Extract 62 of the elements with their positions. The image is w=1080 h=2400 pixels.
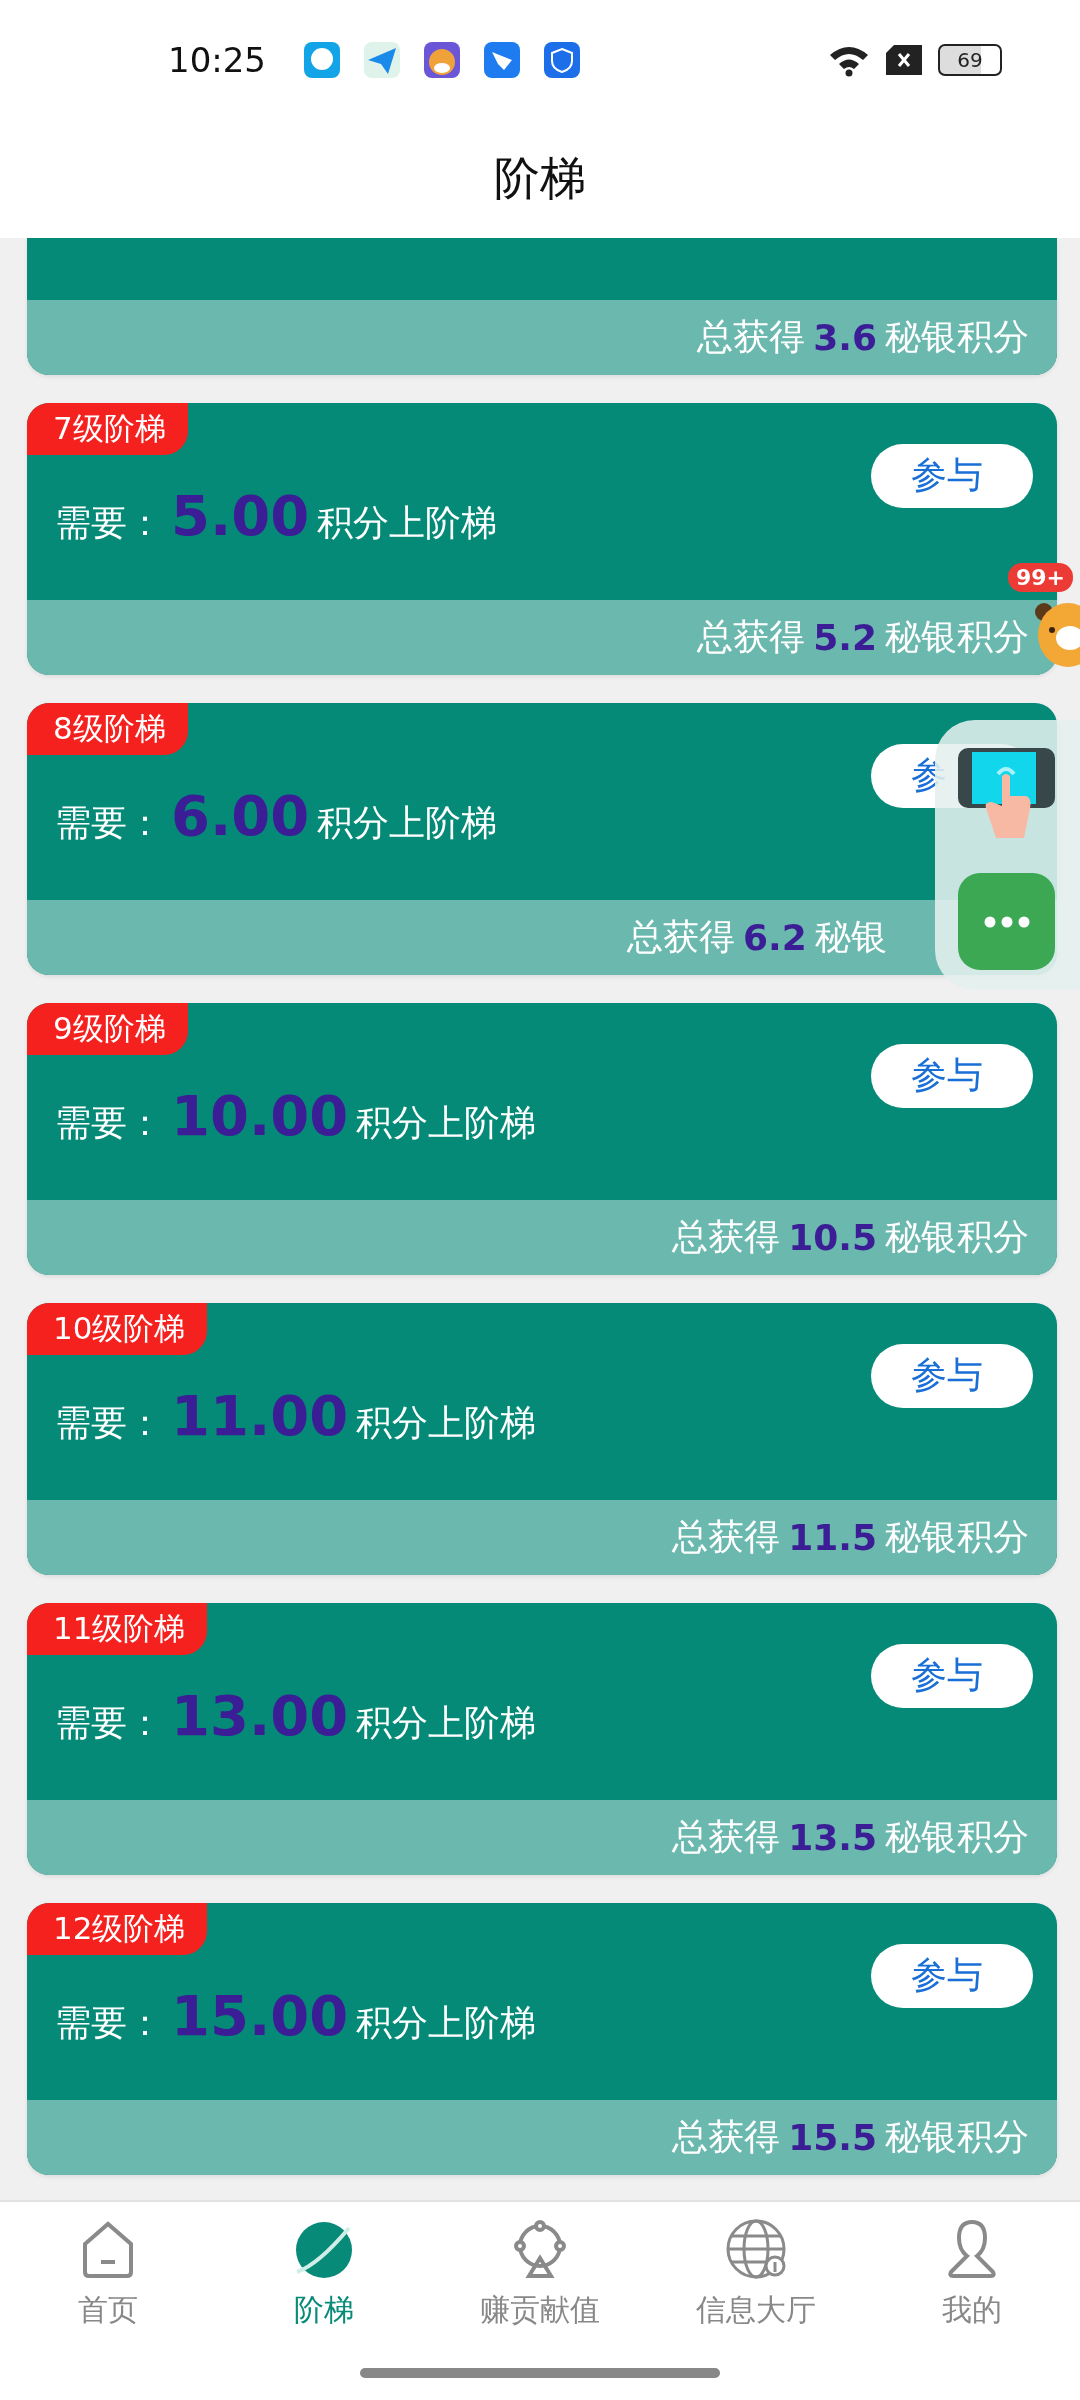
amount-unit: 积分上阶梯 (356, 1101, 537, 1145)
join-button[interactable]: 参与 (871, 443, 1033, 508)
status-time: 10:25 (168, 40, 266, 80)
need-label: 需要： (55, 2001, 163, 2045)
reward-label: 总获得 (672, 1215, 781, 1259)
reward-unit: 秘银积分 (885, 615, 1029, 659)
reward-label: 总获得 (697, 615, 806, 659)
amount-unit: 积分上阶梯 (356, 1701, 537, 1745)
reward-value: 3.6 (813, 317, 877, 358)
tier-badge: 12级阶梯 (27, 1903, 208, 1955)
amount-value: 5.00 (171, 483, 310, 548)
tier-badge: 8级阶梯 (27, 703, 188, 755)
tier-badge: 9级阶梯 (27, 1003, 188, 1055)
reward-label: 总获得 (672, 1515, 781, 1559)
nav-tab[interactable]: 首页 (0, 2214, 216, 2331)
need-label: 需要： (55, 501, 163, 545)
need-label: 需要： (55, 1101, 163, 1145)
tier-badge: 11级阶梯 (27, 1603, 208, 1655)
sim-card-x-icon (886, 45, 922, 75)
paper-plane-icon (364, 42, 400, 78)
tier-badge: 10级阶梯 (27, 1303, 208, 1355)
page-title: 阶梯 (494, 150, 586, 207)
amount-value: 10.00 (171, 1083, 349, 1148)
notification-badge: 99+ (1008, 563, 1074, 592)
amount-value: 15.00 (171, 1983, 349, 2048)
reward-label: 总获得 (672, 1815, 781, 1859)
need-label: 需要： (55, 801, 163, 845)
nav-tab[interactable]: 我的 (864, 2214, 1080, 2331)
reward-value: 11.5 (788, 1517, 877, 1558)
amount-value: 6.00 (171, 783, 310, 848)
amount-unit: 积分上阶梯 (317, 801, 498, 845)
nav-tab[interactable]: 阶梯 (216, 2214, 432, 2331)
reward-value: 13.5 (788, 1817, 877, 1858)
amount-unit: 积分上阶梯 (317, 501, 498, 545)
reward-unit: 秘银积分 (885, 1815, 1029, 1859)
battery-icon: 69 (938, 44, 1002, 76)
amount-unit: 积分上阶梯 (356, 2001, 537, 2045)
shield-icon (544, 42, 580, 78)
reward-value: 15.5 (788, 2117, 877, 2158)
join-button[interactable]: 参与 (871, 1343, 1033, 1408)
tier-badge: 7级阶梯 (27, 403, 188, 455)
reward-value: 10.5 (788, 1217, 877, 1258)
reward-unit: 秘银积分 (885, 1515, 1029, 1559)
reward-value: 5.2 (813, 617, 877, 658)
need-label: 需要： (55, 1701, 163, 1745)
amount-value: 11.00 (171, 1383, 349, 1448)
reward-value: 6.2 (743, 917, 807, 958)
amount-value: 13.00 (171, 1683, 349, 1748)
nav-tab[interactable]: 赚贡献值 (432, 2214, 648, 2331)
join-button[interactable]: 参与 (871, 1043, 1033, 1108)
reward-label: 总获得 (627, 915, 735, 959)
join-button[interactable]: 参与 (871, 1643, 1033, 1708)
reward-unit: 秘银积分 (885, 315, 1029, 359)
reward-unit: 秘银积分 (885, 2115, 1029, 2159)
join-button[interactable]: 参与 (871, 1943, 1033, 2008)
amount-unit: 积分上阶梯 (356, 1401, 537, 1445)
reward-label: 总获得 (697, 315, 806, 359)
nav-tab[interactable]: 信息大厅 (648, 2214, 864, 2331)
need-label: 需要： (55, 1401, 163, 1445)
reward-unit: 秘银积分 (885, 1215, 1029, 1259)
reward-unit: 秘银 (814, 915, 887, 959)
reward-label: 总获得 (672, 2115, 781, 2159)
